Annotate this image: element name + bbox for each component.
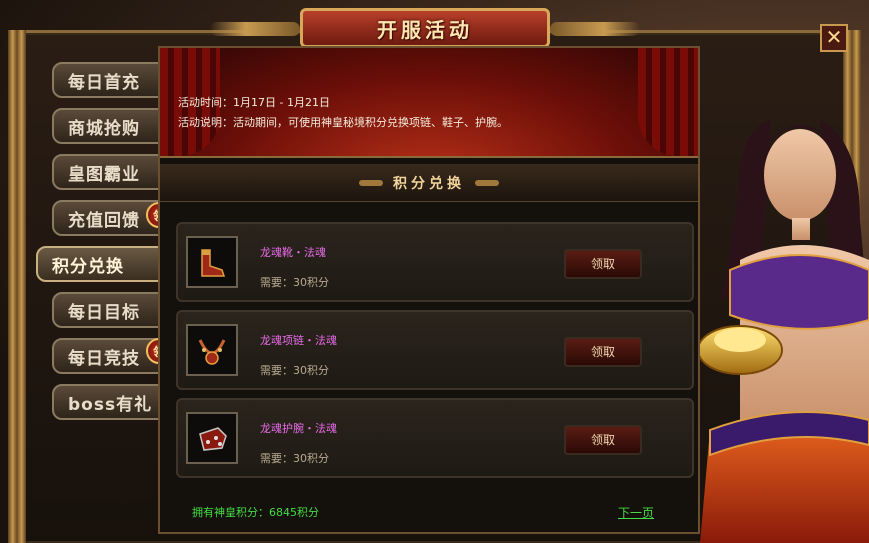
tab-label: 充值回馈 bbox=[68, 210, 140, 231]
item-name: 龙魂项链・法魂 bbox=[260, 334, 337, 347]
item-name: 龙魂护腕・法魂 bbox=[260, 422, 337, 435]
bracer-icon bbox=[199, 427, 227, 451]
claim-button[interactable]: 领取 bbox=[564, 337, 642, 367]
exchange-row: 龙魂护腕・法魂 需要：30积分 领取 bbox=[176, 398, 694, 478]
next-page-link[interactable]: 下一页 bbox=[618, 504, 654, 521]
title-ornament-left bbox=[210, 22, 300, 36]
close-button[interactable]: ✕ bbox=[820, 24, 848, 52]
tab-label: 皇图霸业 bbox=[68, 164, 140, 185]
left-pillar bbox=[8, 30, 26, 543]
tab-label: 积分兑换 bbox=[52, 256, 124, 277]
event-description: 活动说明：活动期间，可使用神皇秘境积分兑换项链、鞋子、护腕。 bbox=[178, 116, 508, 129]
claim-button[interactable]: 领取 bbox=[564, 249, 642, 279]
tab-label: 每日竞技 bbox=[68, 348, 140, 369]
tab-boss-gift[interactable]: boss有礼 bbox=[52, 384, 162, 420]
tab-daily-first-charge[interactable]: 每日首充 bbox=[52, 62, 162, 98]
item-cost: 需要：30积分 bbox=[260, 276, 329, 289]
section-title: 积分兑换 bbox=[393, 175, 465, 192]
main-panel: 活动时间：1月17日 - 1月21日 活动说明：活动期间，可使用神皇秘境积分兑换… bbox=[158, 46, 700, 534]
necklace-icon bbox=[198, 339, 226, 365]
ornament-icon bbox=[359, 179, 383, 186]
item-cost: 需要：30积分 bbox=[260, 364, 329, 377]
ornament-icon bbox=[475, 179, 499, 186]
tab-label: boss有礼 bbox=[68, 394, 153, 415]
tab-empire-hegemony[interactable]: 皇图霸业 bbox=[52, 154, 162, 190]
item-name: 龙魂靴・法魂 bbox=[260, 246, 326, 259]
character-illustration bbox=[700, 120, 869, 543]
window-title: 开服活动 bbox=[377, 17, 473, 42]
points-balance: 拥有神皇积分：6845积分 bbox=[192, 506, 319, 519]
curtain-right bbox=[638, 48, 698, 156]
tab-daily-arena[interactable]: 每日竞技 bbox=[52, 338, 162, 374]
boots-icon bbox=[201, 249, 226, 277]
event-time: 活动时间：1月17日 - 1月21日 bbox=[178, 96, 330, 109]
window-title-banner: 开服活动 bbox=[300, 8, 550, 48]
claim-button[interactable]: 领取 bbox=[564, 425, 642, 455]
tab-label: 每日目标 bbox=[68, 302, 140, 323]
item-cost: 需要：30积分 bbox=[260, 452, 329, 465]
event-banner: 活动时间：1月17日 - 1月21日 活动说明：活动期间，可使用神皇秘境积分兑换… bbox=[160, 48, 698, 158]
exchange-row: 龙魂项链・法魂 需要：30积分 领取 bbox=[176, 310, 694, 390]
exchange-row: 龙魂靴・法魂 需要：30积分 领取 bbox=[176, 222, 694, 302]
title-ornament-right bbox=[550, 22, 640, 36]
tab-points-exchange[interactable]: 积分兑换 bbox=[36, 246, 162, 282]
close-icon: ✕ bbox=[825, 25, 843, 49]
tab-daily-goal[interactable]: 每日目标 bbox=[52, 292, 162, 328]
item-slot[interactable] bbox=[186, 412, 238, 464]
tab-label: 商城抢购 bbox=[68, 118, 140, 139]
tab-label: 每日首充 bbox=[68, 72, 140, 93]
item-slot[interactable] bbox=[186, 324, 238, 376]
section-header: 积分兑换 bbox=[160, 164, 698, 202]
item-slot[interactable] bbox=[186, 236, 238, 288]
tab-mall-rush[interactable]: 商城抢购 bbox=[52, 108, 162, 144]
